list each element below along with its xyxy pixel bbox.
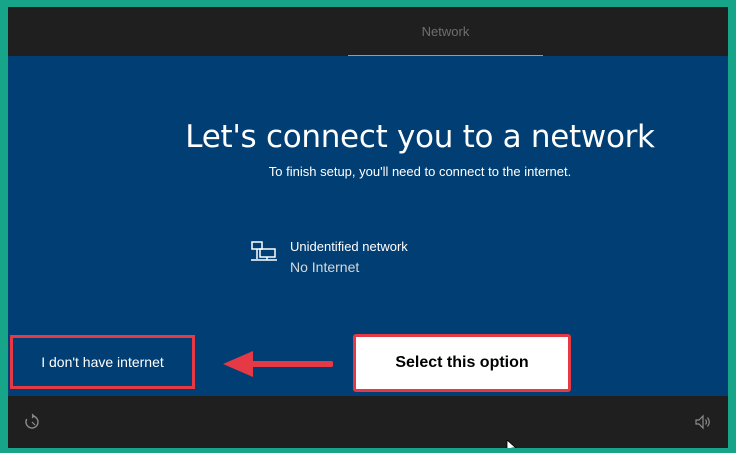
- setup-content: Let's connect you to a network To finish…: [8, 56, 728, 396]
- setup-window: Network Let's connect you to a network T…: [8, 7, 728, 448]
- left-arrow-icon: [223, 351, 333, 377]
- no-internet-button[interactable]: I don't have internet: [10, 335, 195, 389]
- mouse-cursor-icon: [506, 440, 517, 448]
- network-status: No Internet: [290, 259, 360, 275]
- page-subtitle: To finish setup, you'll need to connect …: [268, 164, 572, 179]
- network-list-item[interactable]: Unidentified network No Internet: [250, 239, 470, 279]
- wired-network-icon: [251, 241, 277, 261]
- top-bar: Network: [8, 7, 728, 56]
- annotation-callout: Select this option: [353, 334, 571, 392]
- volume-icon[interactable]: [694, 413, 712, 431]
- ease-of-access-icon[interactable]: [23, 413, 41, 431]
- page-title: Let's connect you to a network: [185, 119, 655, 155]
- tab-network: Network: [348, 7, 543, 56]
- network-name: Unidentified network: [290, 239, 408, 254]
- bottom-bar: [8, 396, 728, 448]
